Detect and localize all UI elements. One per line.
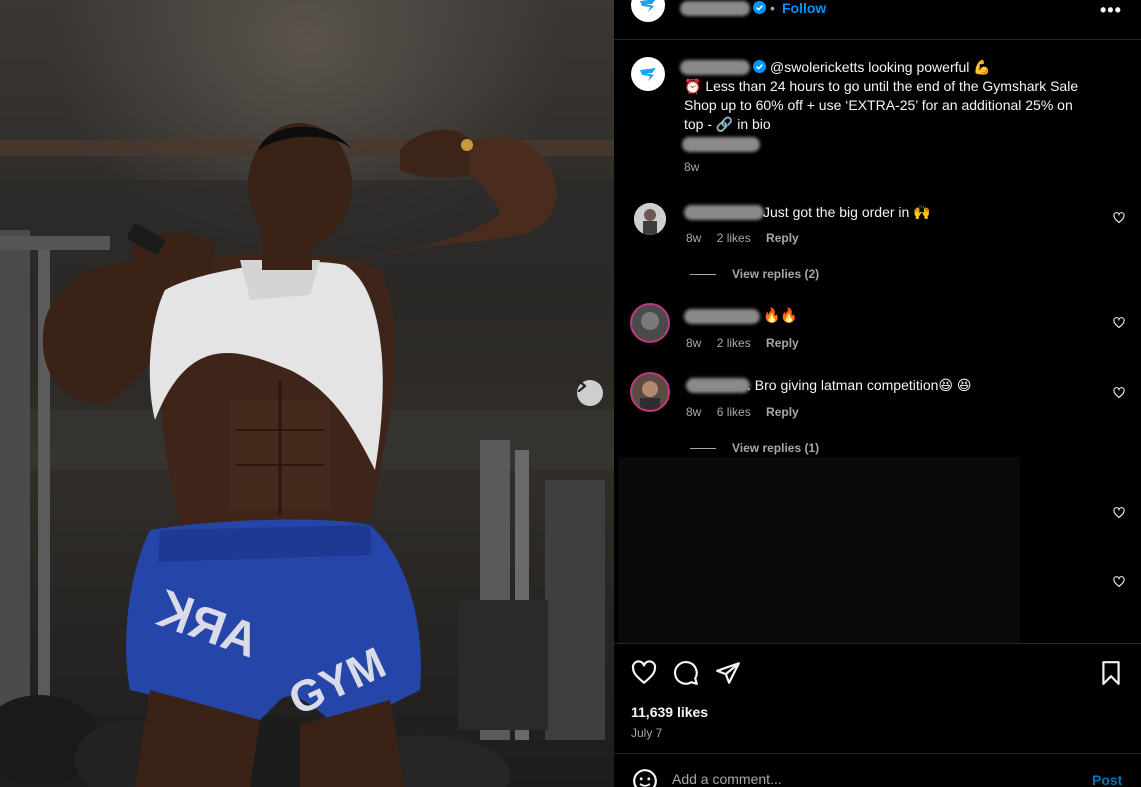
commenter-avatar[interactable]	[634, 203, 666, 235]
add-comment-bar: Post	[614, 753, 1141, 787]
comment-text: 🔥🔥	[763, 307, 798, 323]
comment-text: Just got the big order in 🙌	[763, 204, 931, 220]
more-options-button[interactable]: •••	[1100, 0, 1122, 21]
comment-likes[interactable]: 2 likes	[717, 231, 751, 245]
comment-time: 8w	[686, 405, 702, 419]
gymshark-logo-icon	[640, 68, 656, 81]
post-caption: @swolericketts looking powerful 💪 ⏰ Less…	[684, 58, 1114, 134]
avatar-photo-icon	[634, 203, 666, 235]
share-send-icon[interactable]	[715, 660, 741, 686]
next-image-button[interactable]	[577, 380, 603, 406]
like-comment-heart-icon[interactable]	[1113, 317, 1125, 329]
gym-photo-illustration: ꓘЯA GYM	[0, 123, 614, 787]
like-comment-heart-icon[interactable]	[1113, 212, 1125, 224]
comment-meta: 8w 6 likes Reply	[686, 405, 811, 419]
caption-line-1: ⏰ Less than 24 hours to go until the end…	[684, 78, 1079, 94]
comment-time: 8w	[686, 336, 702, 350]
comment-text: . Bro giving latman competition😆 😆	[747, 377, 972, 393]
commenter-name-redacted[interactable]	[684, 205, 764, 220]
comment-likes[interactable]: 2 likes	[717, 336, 751, 350]
verified-badge-icon	[753, 1, 766, 14]
reply-button[interactable]: Reply	[766, 336, 799, 350]
like-comment-heart-icon[interactable]	[1113, 387, 1125, 399]
caption-brand-avatar[interactable]	[631, 57, 665, 91]
emoji-icon[interactable]	[632, 768, 658, 787]
avatar-photo-icon	[632, 305, 668, 341]
obscured-comments-region	[618, 457, 1020, 643]
chevron-right-icon	[577, 380, 587, 392]
add-comment-input[interactable]	[672, 768, 1072, 787]
gymshark-logo-icon	[640, 0, 656, 12]
comment-bubble-icon[interactable]	[673, 660, 699, 686]
caption-line-2: Shop up to 60% off + use ‘EXTRA-25’ for …	[684, 97, 1073, 113]
view-replies-button[interactable]: View replies (2)	[690, 267, 819, 281]
comment-meta: 8w 2 likes Reply	[686, 336, 811, 350]
commenter-avatar[interactable]	[630, 372, 670, 412]
like-comment-heart-icon[interactable]	[1113, 576, 1125, 588]
comment-likes[interactable]: 6 likes	[717, 405, 751, 419]
post-header: • Follow •••	[614, 0, 1141, 40]
commenter-name-redacted[interactable]	[684, 309, 760, 324]
post-side-panel: • Follow ••• @swolericketts looking powe…	[614, 0, 1141, 787]
post-photo: ꓘЯA GYM	[0, 0, 614, 787]
reply-button[interactable]: Reply	[766, 231, 799, 245]
separator-dot: •	[770, 0, 775, 16]
brand-avatar[interactable]	[631, 0, 665, 22]
commenter-name-redacted[interactable]	[686, 378, 750, 393]
like-heart-icon[interactable]	[631, 660, 657, 686]
commenter-avatar[interactable]	[630, 303, 670, 343]
follow-button[interactable]: Follow	[782, 0, 826, 16]
avatar-photo-icon	[632, 374, 668, 410]
view-replies-button[interactable]: View replies (1)	[690, 441, 819, 455]
caption-timestamp: 8w	[684, 160, 700, 174]
likes-count[interactable]: 11,639 likes	[631, 704, 708, 720]
caption-line-3: top - 🔗 in bio	[684, 116, 771, 132]
username-redacted[interactable]	[680, 1, 750, 16]
caption-mention-line: @swolericketts looking powerful 💪	[770, 59, 991, 75]
post-date: July 7	[631, 726, 663, 740]
comment-meta: 8w 2 likes Reply	[686, 231, 811, 245]
caption-tag-redacted	[682, 137, 760, 152]
like-comment-heart-icon[interactable]	[1113, 507, 1125, 519]
save-bookmark-icon[interactable]	[1098, 660, 1124, 686]
reply-button[interactable]: Reply	[766, 405, 799, 419]
comment-time: 8w	[686, 231, 702, 245]
post-actions-bar: 11,639 likes July 7	[614, 643, 1141, 753]
post-comment-button[interactable]: Post	[1092, 772, 1122, 787]
